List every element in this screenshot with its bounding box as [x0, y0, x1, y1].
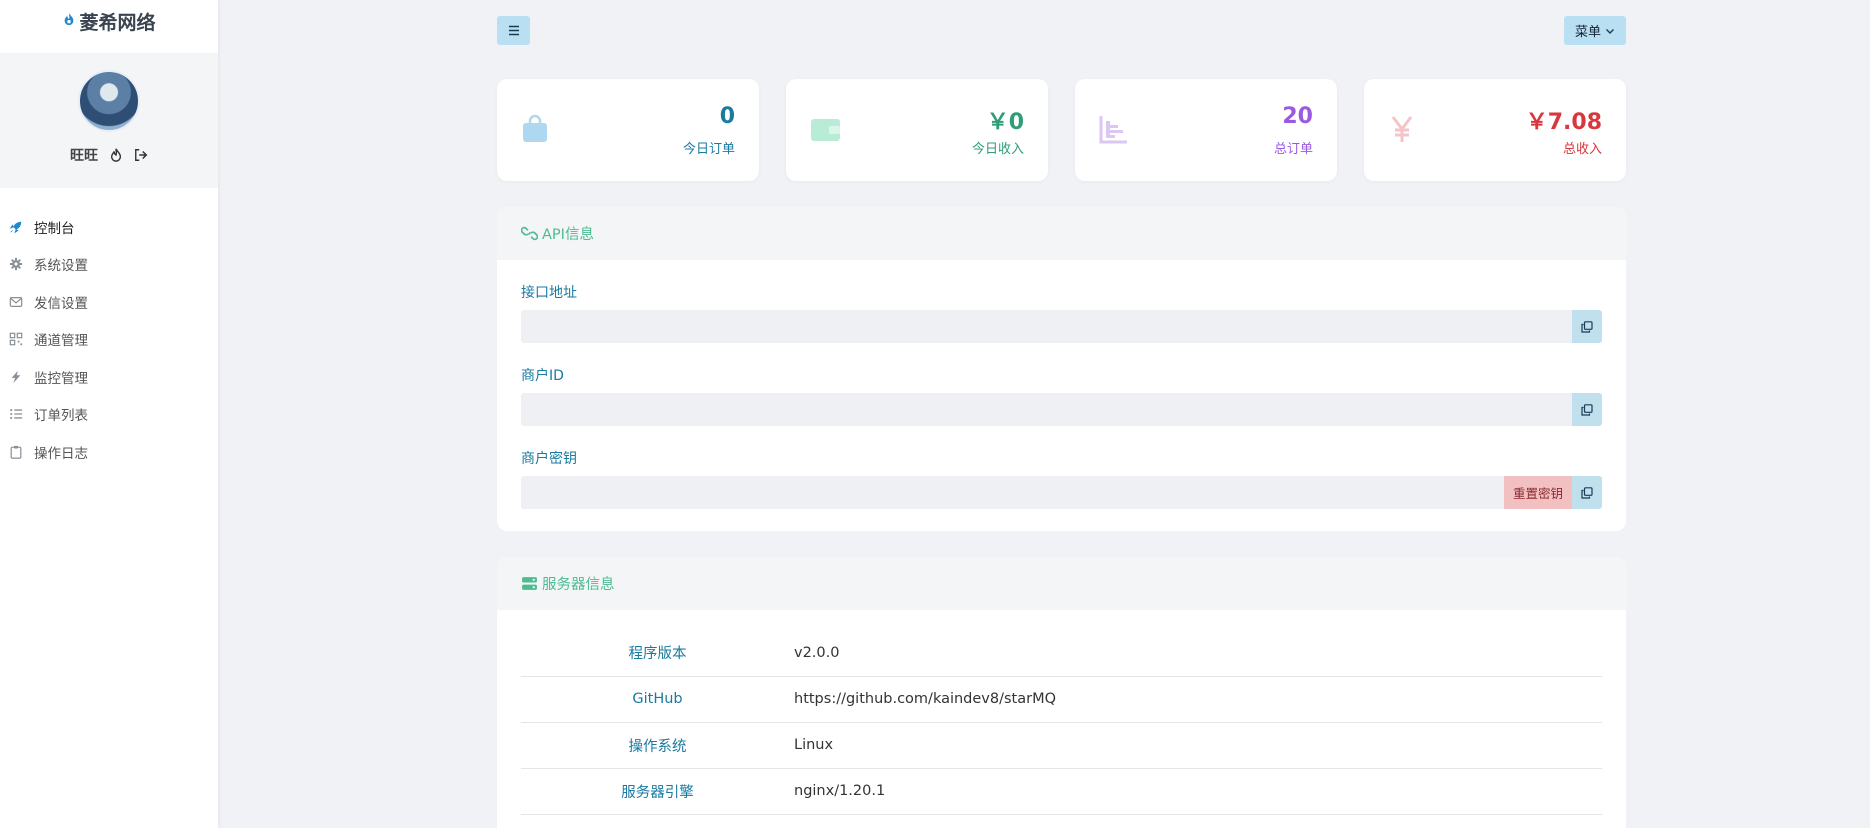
table-row: 操作系统 Linux — [521, 722, 1602, 769]
merchant-id-field[interactable] — [521, 393, 1572, 426]
stat-card-today-orders: 0 今日订单 — [497, 79, 759, 181]
list-icon — [10, 409, 23, 420]
sidebar-item-label: 控制台 — [34, 220, 75, 237]
stat-value: 0 — [719, 104, 735, 129]
row-key: 服务器引擎 — [521, 768, 794, 815]
menu-label: 菜单 — [1574, 25, 1601, 40]
stat-value: ￥7.08 — [1525, 110, 1602, 135]
server-icon — [522, 577, 537, 590]
sidebar-item-dashboard[interactable]: 控制台 — [0, 208, 218, 246]
sidebar-toggle-button[interactable] — [497, 16, 530, 45]
row-key: GitHub — [521, 676, 794, 723]
sidebar-item-system-settings[interactable]: 系统设置 — [0, 246, 218, 284]
brand-name: 菱希网络 — [79, 12, 156, 34]
sidebar-item-channels[interactable]: 通道管理 — [0, 321, 218, 359]
copy-icon — [1581, 320, 1593, 333]
brand[interactable]: 菱希网络 — [0, 0, 218, 53]
rocket-icon — [9, 221, 22, 234]
sidebar-item-label: 通道管理 — [34, 333, 88, 350]
api-info-card: API信息 接口地址 商户ID 商户密钥 重置密钥 — [497, 207, 1626, 531]
sidebar-item-logs[interactable]: 操作日志 — [0, 433, 218, 471]
row-value[interactable]: https://github.com/kaindev8/starMQ — [794, 676, 1602, 723]
profile-panel: 旺旺 — [0, 53, 218, 188]
sidebar-item-label: 监控管理 — [34, 370, 88, 387]
sidebar-item-label: 订单列表 — [34, 408, 88, 425]
table-row: GitHub https://github.com/kaindev8/starM… — [521, 676, 1602, 723]
copy-icon — [1581, 403, 1593, 416]
merchant-key-label: 商户密钥 — [521, 451, 577, 467]
copy-merchant-id-button[interactable] — [1572, 393, 1602, 426]
api-info-title: API信息 — [542, 227, 594, 243]
logout-icon[interactable] — [134, 148, 148, 162]
server-info-title: 服务器信息 — [542, 577, 615, 593]
topbar: 菜单 — [497, 0, 1626, 79]
main-content: 菜单 0 今日订单 ￥0 今日收入 20 总订单 ￥7.08 总收入 API信息… — [497, 0, 1626, 828]
stat-value: ￥0 — [986, 110, 1024, 135]
copy-icon — [1581, 486, 1593, 499]
gear-icon — [9, 258, 23, 271]
sidebar-item-orders[interactable]: 订单列表 — [0, 396, 218, 434]
link-icon — [521, 226, 538, 241]
server-info-header: 服务器信息 — [497, 557, 1626, 610]
stat-label: 今日订单 — [682, 142, 735, 157]
stats-row: 0 今日订单 ￥0 今日收入 20 总订单 ￥7.08 总收入 — [497, 79, 1626, 181]
api-url-field[interactable] — [521, 310, 1572, 343]
qrcode-icon — [9, 332, 23, 346]
merchant-id-label: 商户ID — [521, 368, 564, 384]
sidebar: 菱希网络 旺旺 控制台 系统设置 发信设置 通道管理 监控管理 订单列表 操作日… — [0, 0, 218, 828]
sidebar-item-monitoring[interactable]: 监控管理 — [0, 358, 218, 396]
copy-merchant-key-button[interactable] — [1572, 476, 1602, 509]
sidebar-item-mail-settings[interactable]: 发信设置 — [0, 283, 218, 321]
stat-card-today-income: ￥0 今日收入 — [786, 79, 1048, 181]
menu-dropdown-button[interactable]: 菜单 — [1564, 16, 1626, 45]
sidebar-nav: 控制台 系统设置 发信设置 通道管理 监控管理 订单列表 操作日志 — [0, 208, 218, 471]
avatar[interactable] — [78, 70, 140, 132]
clipboard-icon — [10, 445, 22, 459]
copy-api-url-button[interactable] — [1572, 310, 1602, 343]
shopping-bag-icon — [523, 114, 547, 142]
merchant-key-field[interactable] — [521, 476, 1504, 509]
hamburger-icon — [508, 25, 519, 36]
sidebar-item-label: 操作日志 — [34, 445, 88, 462]
server-info-card: 服务器信息 程序版本 v2.0.0 GitHub https://github.… — [497, 557, 1626, 828]
reset-key-button[interactable]: 重置密钥 — [1504, 476, 1572, 509]
bolt-icon — [11, 370, 21, 383]
wallet-icon — [811, 119, 840, 141]
stat-card-total-orders: 20 总订单 — [1075, 79, 1337, 181]
row-value: v2.0.0 — [794, 630, 1602, 677]
sidebar-item-label: 系统设置 — [34, 258, 88, 275]
api-url-label: 接口地址 — [521, 285, 577, 301]
table-row: 服务器引擎 nginx/1.20.1 — [521, 768, 1602, 815]
stat-label: 总收入 — [1562, 142, 1602, 157]
stat-label: 总订单 — [1273, 142, 1313, 157]
stat-label: 今日收入 — [971, 142, 1024, 157]
yen-icon — [1391, 116, 1413, 142]
bar-chart-icon — [1099, 116, 1127, 144]
stat-value: 20 — [1282, 104, 1313, 129]
flame-icon[interactable] — [109, 148, 123, 162]
envelope-icon — [9, 296, 23, 307]
row-key: 程序版本 — [521, 630, 794, 677]
sidebar-item-label: 发信设置 — [34, 295, 88, 312]
flame-icon — [65, 12, 74, 26]
row-key: 操作系统 — [521, 722, 794, 769]
api-info-header: API信息 — [497, 207, 1626, 260]
table-row: 程序版本 v2.0.0 — [521, 630, 1602, 677]
chevron-down-icon — [1606, 28, 1614, 34]
row-value: nginx/1.20.1 — [794, 768, 1602, 815]
stat-card-total-income: ￥7.08 总收入 — [1364, 79, 1626, 181]
row-value: Linux — [794, 722, 1602, 769]
username: 旺旺 — [70, 148, 98, 164]
server-info-table: 程序版本 v2.0.0 GitHub https://github.com/ka… — [521, 630, 1602, 815]
